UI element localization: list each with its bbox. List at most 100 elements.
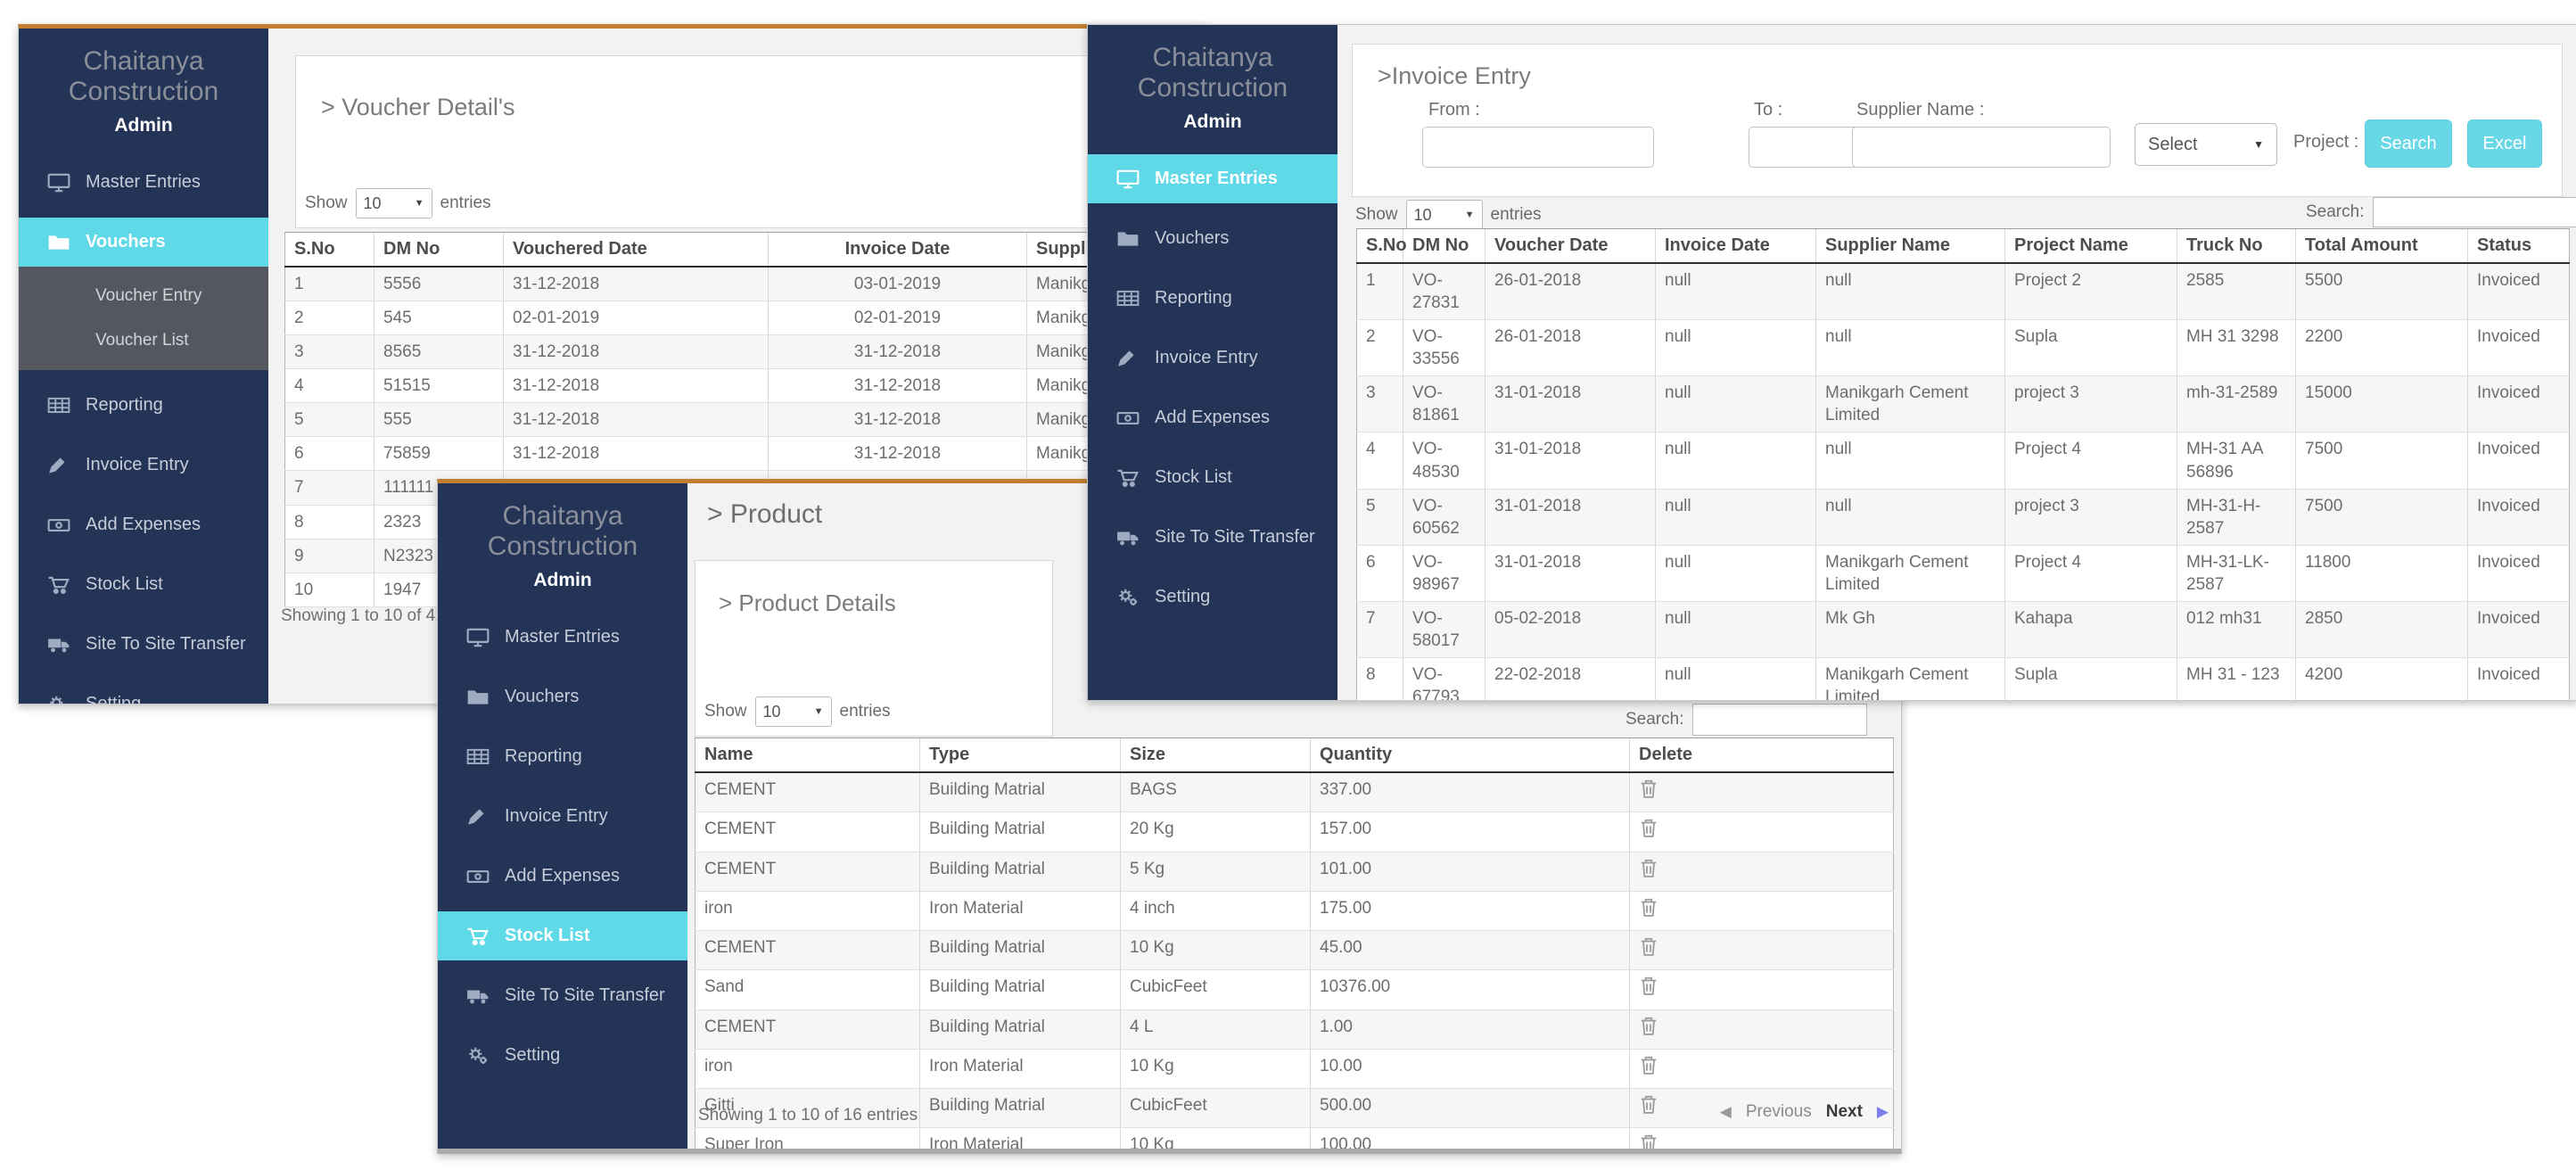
- search-input[interactable]: [1692, 704, 1867, 736]
- chevron-down-icon: ▼: [415, 198, 424, 209]
- delete-button[interactable]: [1639, 818, 1660, 839]
- cell: 7500: [2296, 433, 2468, 489]
- sidebar: Chaitanya ConstructionAdminMaster Entrie…: [1088, 25, 1337, 700]
- next-icon[interactable]: ▶: [1877, 1103, 1889, 1121]
- delete-button[interactable]: [1639, 858, 1660, 879]
- sidebar-item-invoice-entry[interactable]: Invoice Entry: [438, 792, 687, 841]
- project-select[interactable]: Select ▼: [2135, 123, 2277, 166]
- gears-icon: [466, 1046, 490, 1066]
- excel-button[interactable]: Excel: [2467, 119, 2542, 168]
- sidebar-item-setting[interactable]: Setting: [19, 680, 268, 704]
- column-header-name[interactable]: Name: [695, 738, 920, 773]
- sidebar-item-vouchers[interactable]: Vouchers: [1088, 214, 1337, 263]
- sidebar-item-master-entries[interactable]: Master Entries: [19, 158, 268, 207]
- cell: 45.00: [1311, 931, 1630, 970]
- page-size-select[interactable]: 10 ▼: [356, 188, 432, 218]
- cell: MH-31-LK-2587: [2177, 545, 2296, 601]
- sidebar: Chaitanya ConstructionAdminMaster Entrie…: [438, 483, 687, 1149]
- delete-button[interactable]: [1639, 976, 1660, 997]
- sidebar-item-reporting[interactable]: Reporting: [1088, 274, 1337, 323]
- sidebar-item-stock-list[interactable]: Stock List: [19, 560, 268, 609]
- cart-icon: [466, 927, 490, 946]
- cell: VO-98967: [1403, 545, 1486, 601]
- cell: 10 Kg: [1121, 931, 1311, 970]
- delete-cell: [1630, 931, 1894, 970]
- sidebar-subitem-voucher-entry[interactable]: Voucher Entry: [19, 274, 268, 318]
- sidebar-item-vouchers[interactable]: Vouchers: [438, 672, 687, 721]
- project-label: Project :: [2293, 132, 2358, 152]
- cell: MH 31 - 123: [2177, 658, 2296, 701]
- column-header-vouchered-date[interactable]: Vouchered Date: [504, 233, 769, 268]
- column-header-voucher-date[interactable]: Voucher Date: [1486, 229, 1656, 264]
- page-title: > Product: [707, 499, 822, 530]
- sidebar-item-site-to-site-transfer[interactable]: Site To Site Transfer: [438, 971, 687, 1020]
- column-header-size[interactable]: Size: [1121, 738, 1311, 773]
- sidebar-item-site-to-site-transfer[interactable]: Site To Site Transfer: [1088, 513, 1337, 562]
- column-header-s-no[interactable]: S.No: [285, 233, 374, 268]
- delete-button[interactable]: [1639, 1094, 1660, 1116]
- sidebar-item-setting[interactable]: Setting: [438, 1031, 687, 1080]
- cell: 101.00: [1311, 852, 1630, 891]
- column-header-status[interactable]: Status: [2468, 229, 2570, 264]
- column-header-dm-no[interactable]: DM No: [1403, 229, 1486, 264]
- show-entries-control: Show 10 ▼ entries: [305, 188, 491, 218]
- sidebar-item-label: Invoice Entry: [86, 455, 189, 475]
- cell: 31-12-2018: [769, 369, 1027, 403]
- delete-button[interactable]: [1639, 897, 1660, 919]
- column-header-invoice-date[interactable]: Invoice Date: [1656, 229, 1816, 264]
- column-header-dm-no[interactable]: DM No: [374, 233, 504, 268]
- cell: null: [1656, 320, 1816, 376]
- sidebar-item-master-entries[interactable]: Master Entries: [438, 613, 687, 662]
- column-header-supplier-name[interactable]: Supplier Name: [1816, 229, 2005, 264]
- cell: 02-01-2019: [504, 301, 769, 335]
- sidebar-item-reporting[interactable]: Reporting: [19, 381, 268, 430]
- column-header-s-no[interactable]: S.No: [1357, 229, 1403, 264]
- column-header-type[interactable]: Type: [920, 738, 1121, 773]
- sidebar-item-add-expenses[interactable]: Add Expenses: [1088, 393, 1337, 442]
- sidebar-item-stock-list[interactable]: Stock List: [1088, 453, 1337, 502]
- cell: 03-01-2019: [769, 267, 1027, 301]
- table-row: 5VO-6056231-01-2018nullnullproject 3MH-3…: [1357, 489, 2570, 545]
- column-header-invoice-date[interactable]: Invoice Date: [769, 233, 1027, 268]
- cell: mh-31-2589: [2177, 376, 2296, 433]
- cell: Project 2: [2005, 263, 2177, 320]
- sidebar-item-add-expenses[interactable]: Add Expenses: [19, 500, 268, 549]
- previous-icon[interactable]: ◀: [1720, 1103, 1732, 1121]
- search-button[interactable]: Search: [2365, 119, 2452, 168]
- delete-button[interactable]: [1639, 1133, 1660, 1154]
- sidebar-subitem-voucher-list[interactable]: Voucher List: [19, 318, 268, 363]
- from-date-input[interactable]: [1422, 127, 1654, 168]
- cell: 31-01-2018: [1486, 489, 1656, 545]
- cell: 5: [1357, 489, 1403, 545]
- sidebar-item-invoice-entry[interactable]: Invoice Entry: [1088, 334, 1337, 383]
- page-size-select[interactable]: 10 ▼: [755, 696, 832, 727]
- column-header-project-name[interactable]: Project Name: [2005, 229, 2177, 264]
- cell: 2: [1357, 320, 1403, 376]
- delete-button[interactable]: [1639, 936, 1660, 958]
- table-icon: [47, 396, 70, 416]
- column-header-quantity[interactable]: Quantity: [1311, 738, 1630, 773]
- folder-icon: [47, 233, 70, 252]
- sidebar-item-reporting[interactable]: Reporting: [438, 732, 687, 781]
- column-header-truck-no[interactable]: Truck No: [2177, 229, 2296, 264]
- cell: 157.00: [1311, 812, 1630, 852]
- sidebar-item-vouchers[interactable]: Vouchers: [19, 218, 268, 267]
- sidebar-item-site-to-site-transfer[interactable]: Site To Site Transfer: [19, 620, 268, 669]
- delete-button[interactable]: [1639, 1016, 1660, 1037]
- table-row: ironIron Material4 inch175.00: [695, 891, 1894, 930]
- sidebar-item-master-entries[interactable]: Master Entries: [1088, 154, 1337, 203]
- column-header-delete[interactable]: Delete: [1630, 738, 1894, 773]
- sidebar-item-add-expenses[interactable]: Add Expenses: [438, 852, 687, 901]
- page-size-select[interactable]: 10 ▼: [1406, 200, 1483, 230]
- sidebar-item-setting[interactable]: Setting: [1088, 573, 1337, 622]
- next-button[interactable]: Next: [1826, 1102, 1863, 1122]
- delete-button[interactable]: [1639, 1055, 1660, 1076]
- column-header-total-amount[interactable]: Total Amount: [2296, 229, 2468, 264]
- sidebar-item-invoice-entry[interactable]: Invoice Entry: [19, 441, 268, 490]
- previous-button[interactable]: Previous: [1746, 1102, 1812, 1122]
- search-input[interactable]: [2373, 197, 2576, 227]
- supplier-name-input[interactable]: [1852, 127, 2111, 168]
- sidebar-item-stock-list[interactable]: Stock List: [438, 911, 687, 960]
- delete-button[interactable]: [1639, 779, 1660, 800]
- sidebar-item-label: Setting: [505, 1045, 560, 1066]
